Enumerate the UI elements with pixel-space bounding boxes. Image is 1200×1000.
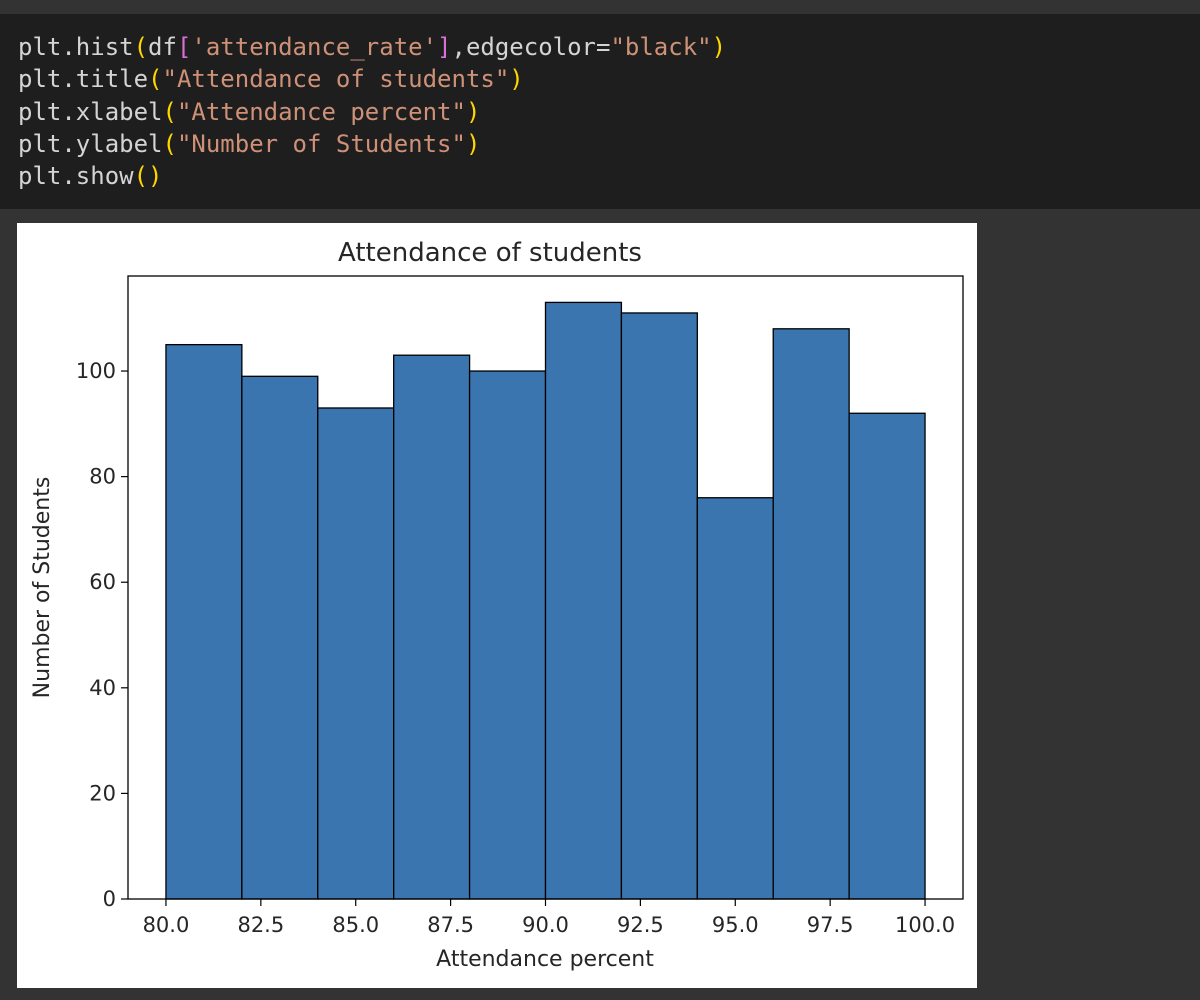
histogram-bar bbox=[544, 301, 623, 900]
code-token: "Number of Students" bbox=[176, 129, 466, 158]
x-tick-label: 87.5 bbox=[427, 913, 474, 937]
histogram-bar bbox=[696, 497, 774, 900]
code-line[interactable]: plt.show() bbox=[18, 160, 726, 192]
code-token: ( bbox=[133, 33, 149, 61]
y-ticks-group: 0 20 40 60 80 100 bbox=[76, 359, 128, 911]
histogram-bar bbox=[317, 407, 395, 900]
code-line[interactable]: plt.hist(df['attendance_rate'],edgecolor… bbox=[18, 31, 726, 63]
code-token: ( bbox=[148, 65, 163, 94]
x-tick-label: 90.0 bbox=[522, 913, 569, 937]
code-token: ( bbox=[162, 97, 177, 126]
code-token: ( bbox=[133, 162, 149, 191]
x-tick-label: 80.0 bbox=[143, 913, 190, 937]
y-tick-label: 40 bbox=[89, 676, 116, 700]
code-token: ) bbox=[148, 162, 163, 191]
x-tick-label: 97.5 bbox=[807, 913, 854, 937]
y-tick-label: 100 bbox=[76, 359, 116, 383]
code-line[interactable]: plt.title("Attendance of students") bbox=[18, 63, 726, 95]
code-token: ) bbox=[509, 65, 524, 94]
code-token: df bbox=[148, 33, 177, 61]
code-token: ) bbox=[465, 129, 481, 158]
histogram-bar bbox=[848, 412, 926, 900]
histogram-bar bbox=[241, 375, 319, 900]
histogram-bar bbox=[772, 328, 850, 900]
code-token: [ bbox=[176, 33, 192, 61]
code-token: 'attendance_rate' bbox=[191, 33, 438, 61]
histogram-bar bbox=[393, 354, 471, 900]
x-axis-label: Attendance percent bbox=[436, 947, 654, 972]
histogram-bar bbox=[165, 343, 243, 900]
code-token: ,edgecolor= bbox=[451, 33, 611, 61]
code-token: "black" bbox=[610, 33, 712, 61]
code-token: plt.title bbox=[18, 65, 149, 94]
code-token: plt.hist bbox=[18, 33, 134, 61]
code-token: plt.xlabel bbox=[18, 97, 163, 126]
histogram-bar bbox=[468, 370, 547, 900]
x-tick-label: 82.5 bbox=[237, 913, 284, 937]
x-ticks-group: 80.0 82.5 85.0 87.5 90.0 92.5 95.0 97.5 100.0 bbox=[143, 899, 955, 937]
code-token: plt.ylabel bbox=[18, 129, 163, 158]
y-tick-label: 80 bbox=[89, 465, 116, 489]
code-editor[interactable]: plt.hist(df['attendance_rate'],edgecolor… bbox=[18, 31, 726, 192]
histogram-bar bbox=[620, 312, 698, 900]
code-token: ( bbox=[162, 129, 177, 158]
code-token: "Attendance percent" bbox=[176, 97, 466, 126]
y-axis-label: Number of Students bbox=[30, 477, 55, 699]
code-token: plt.show bbox=[18, 162, 134, 191]
x-tick-label: 92.5 bbox=[617, 913, 664, 937]
y-tick-label: 0 bbox=[103, 887, 116, 911]
code-token: "Attendance of students" bbox=[162, 65, 510, 94]
histogram-figure: Attendance of students 80.0 82.5 85.0 87.5 9… bbox=[17, 223, 977, 988]
code-token: ) bbox=[711, 33, 727, 61]
y-tick-label: 20 bbox=[89, 781, 116, 805]
chart-title: Attendance of students bbox=[338, 238, 642, 268]
x-tick-label: 85.0 bbox=[332, 913, 379, 937]
histogram-chart: Attendance of students 80.0 82.5 85.0 87.5 9… bbox=[30, 238, 964, 972]
bars-group bbox=[165, 301, 926, 900]
code-line[interactable]: plt.ylabel("Number of Students") bbox=[18, 128, 726, 160]
code-token: ] bbox=[437, 33, 452, 61]
x-tick-label: 100.0 bbox=[895, 913, 955, 937]
code-line[interactable]: plt.xlabel("Attendance percent") bbox=[18, 96, 726, 128]
x-tick-label: 95.0 bbox=[712, 913, 759, 937]
code-token: ) bbox=[465, 97, 481, 126]
y-tick-label: 60 bbox=[89, 570, 116, 594]
window-top-strip bbox=[0, 0, 1200, 14]
code-cell[interactable]: plt.hist(df['attendance_rate'],edgecolor… bbox=[0, 14, 1200, 209]
